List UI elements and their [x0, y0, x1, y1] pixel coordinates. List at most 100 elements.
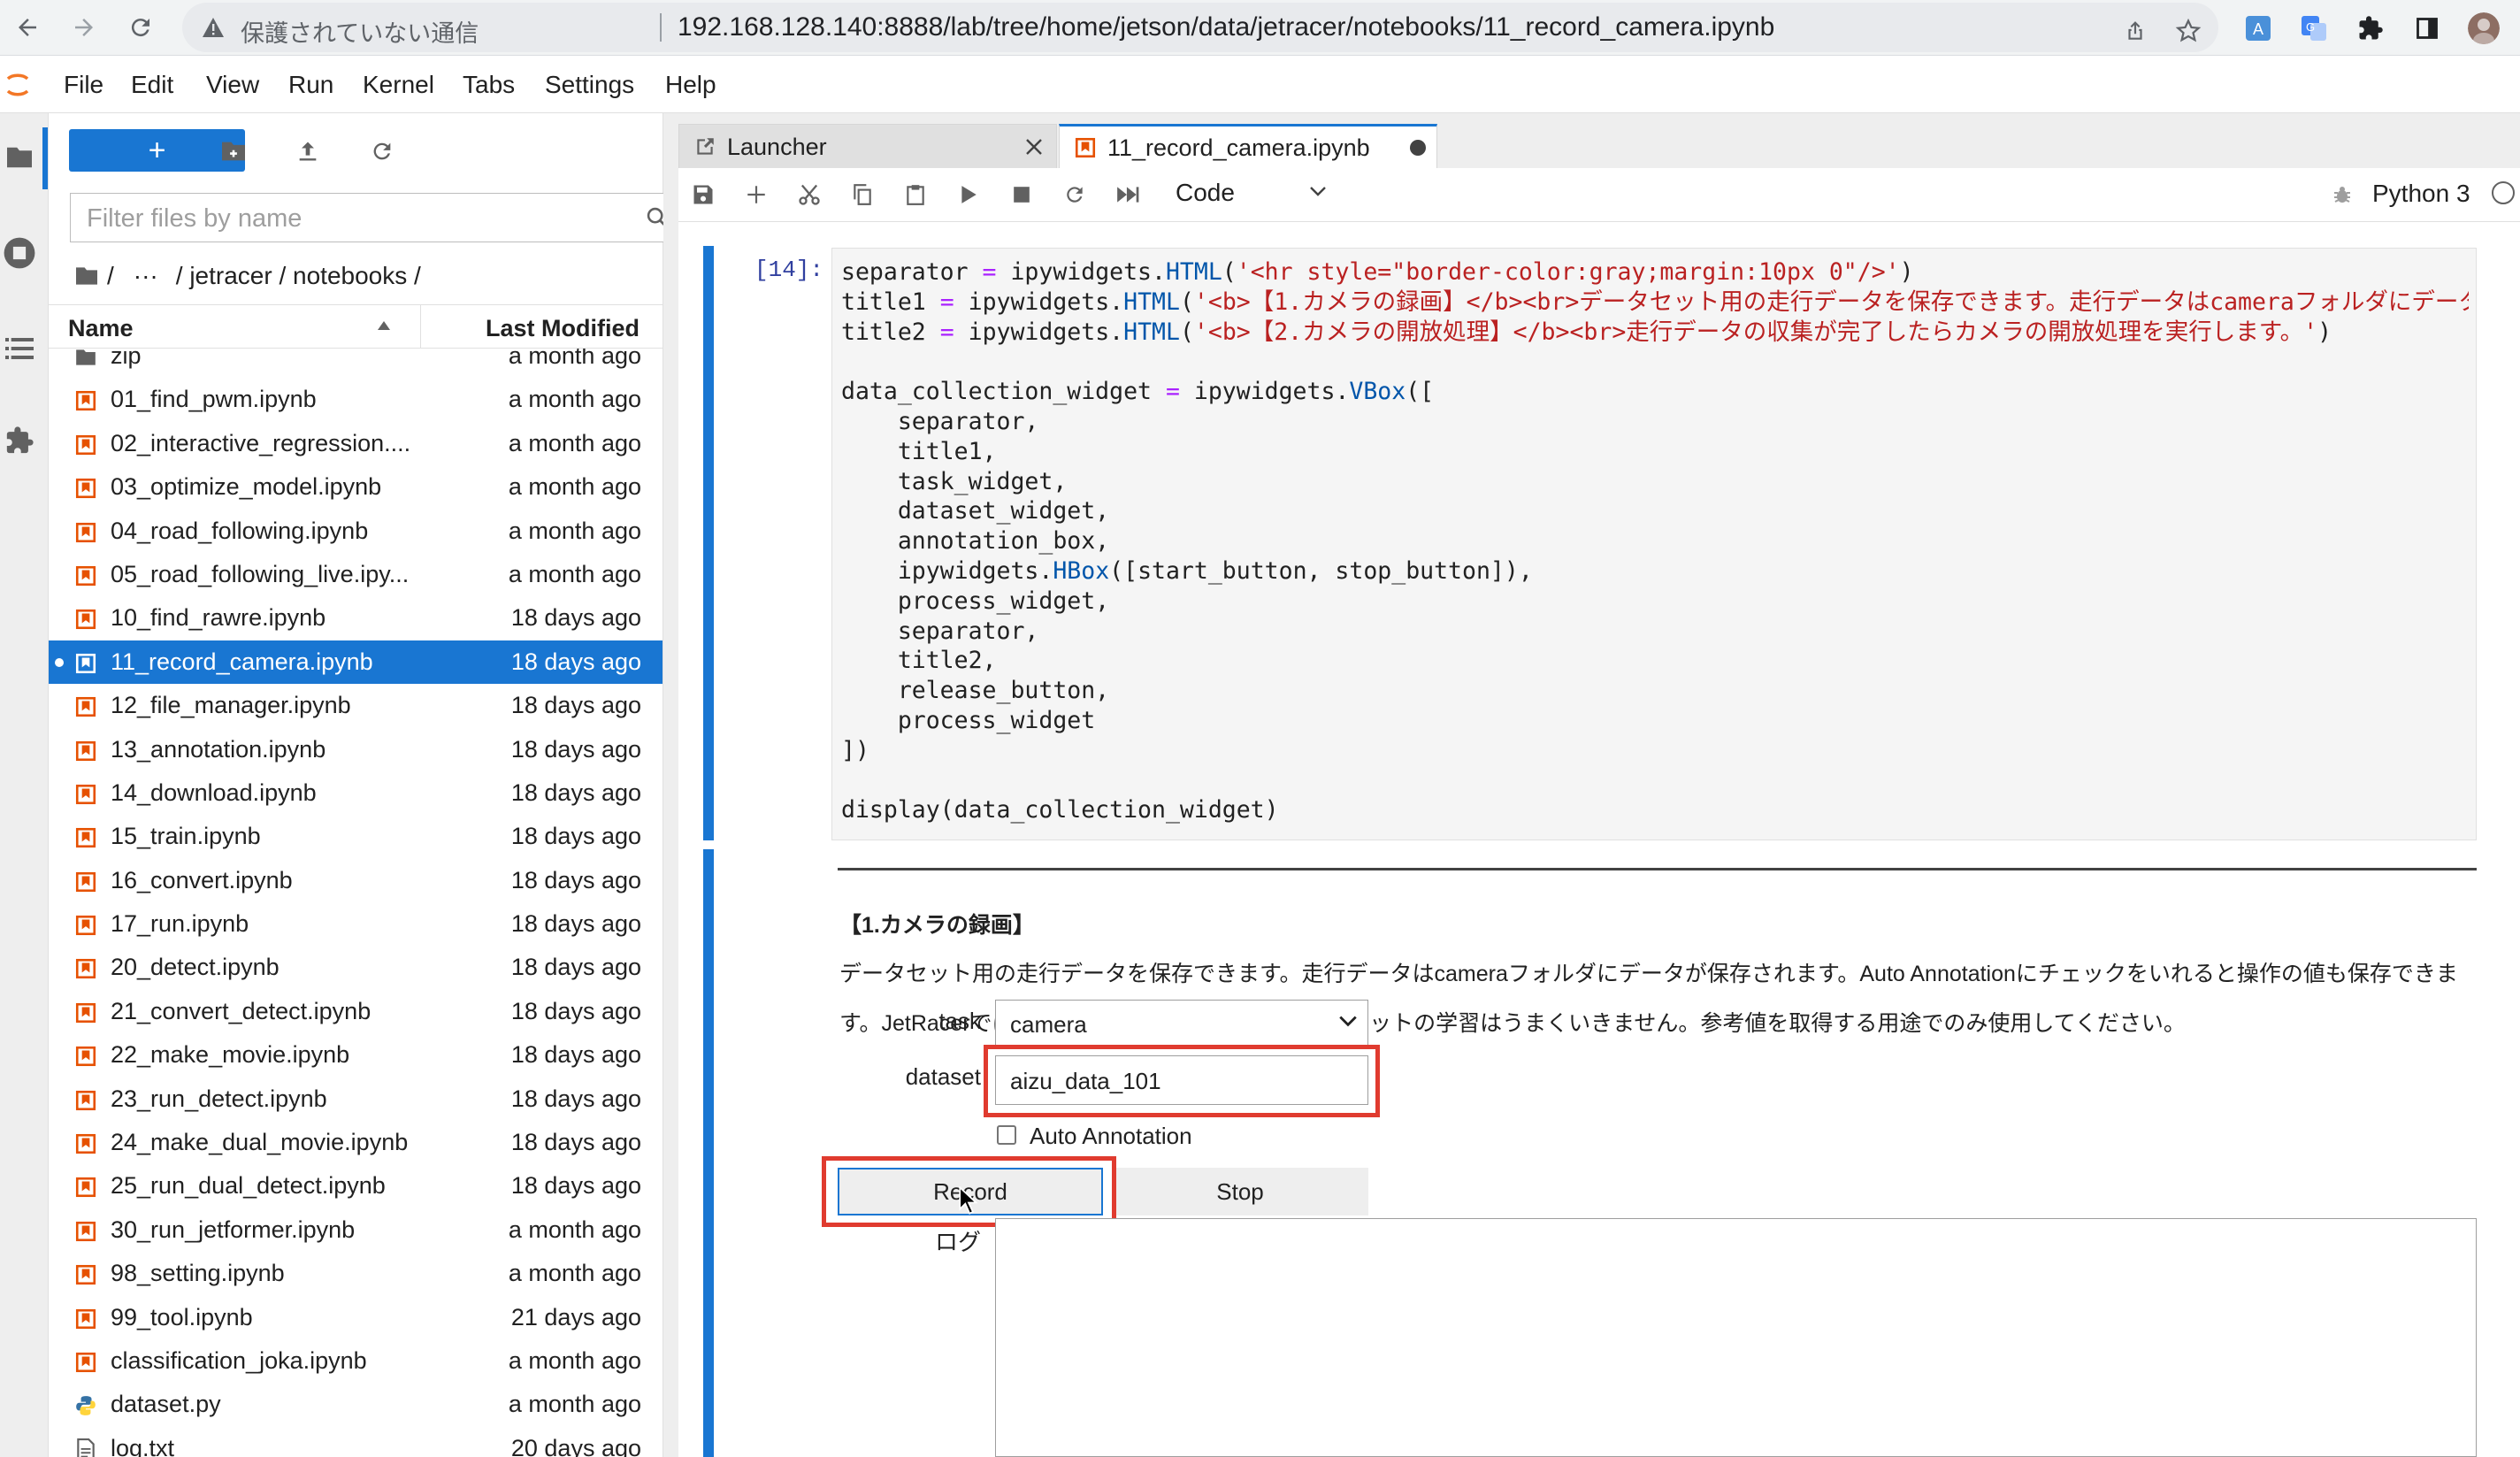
- notebook-file-icon: [73, 870, 98, 894]
- file-modified-date: a month ago: [508, 1260, 641, 1287]
- tab-launcher[interactable]: Launcher: [678, 124, 1057, 168]
- breadcrumb-root[interactable]: /: [107, 262, 114, 290]
- side-panel-icon[interactable]: [2411, 12, 2443, 44]
- file-row[interactable]: 01_find_pwm.ipynb a month ago: [49, 378, 663, 421]
- paste-icon[interactable]: [900, 180, 931, 210]
- file-row[interactable]: 22_make_movie.ipynb 18 days ago: [49, 1033, 663, 1077]
- forward-arrow-icon[interactable]: [65, 9, 103, 46]
- upload-icon[interactable]: [291, 134, 325, 168]
- breadcrumb-path[interactable]: / jetracer / notebooks /: [176, 262, 421, 290]
- input-collapser[interactable]: [703, 246, 714, 840]
- save-icon[interactable]: [688, 180, 718, 210]
- menu-help[interactable]: Help: [665, 71, 716, 99]
- tab-notebook[interactable]: 11_record_camera.ipynb: [1059, 124, 1437, 168]
- file-row[interactable]: 30_run_jetformer.ipynb a month ago: [49, 1208, 663, 1252]
- stop-kernel-icon[interactable]: [1007, 180, 1037, 210]
- file-row[interactable]: 20_detect.ipynb 18 days ago: [49, 946, 663, 989]
- code-text[interactable]: separator = ipywidgets.HTML('<hr style="…: [841, 257, 2469, 825]
- new-folder-icon[interactable]: [217, 134, 250, 168]
- file-row[interactable]: dataset.py a month ago: [49, 1383, 663, 1426]
- file-row[interactable]: 13_annotation.ipynb 18 days ago: [49, 728, 663, 771]
- auto-annotation-checkbox[interactable]: [997, 1125, 1016, 1145]
- file-row[interactable]: 05_road_following_live.ipy... a month ago: [49, 553, 663, 596]
- restart-kernel-icon[interactable]: [1060, 180, 1090, 210]
- close-icon[interactable]: [1024, 137, 1044, 157]
- file-row[interactable]: 23_run_detect.ipynb 18 days ago: [49, 1077, 663, 1121]
- menu-edit[interactable]: Edit: [131, 71, 173, 99]
- file-name: 23_run_detect.ipynb: [111, 1085, 327, 1112]
- column-divider[interactable]: [420, 305, 421, 348]
- file-row[interactable]: 02_interactive_regression.... a month ago: [49, 422, 663, 465]
- menu-run[interactable]: Run: [288, 71, 333, 99]
- file-row[interactable]: 21_convert_detect.ipynb 18 days ago: [49, 990, 663, 1033]
- file-row[interactable]: 17_run.ipynb 18 days ago: [49, 902, 663, 946]
- file-name: 02_interactive_regression....: [111, 429, 411, 456]
- tab-notebook-label: 11_record_camera.ipynb: [1107, 134, 1370, 161]
- file-row[interactable]: 03_optimize_model.ipynb a month ago: [49, 465, 663, 509]
- menu-settings[interactable]: Settings: [545, 71, 634, 99]
- translate-icon[interactable]: G: [2298, 12, 2330, 44]
- menu-file[interactable]: File: [64, 71, 103, 99]
- file-list: zip a month ago 01_find_pwm.ipynb a month a…: [49, 349, 663, 1457]
- column-modified-header[interactable]: Last Modified: [486, 315, 640, 342]
- file-row[interactable]: 24_make_dual_movie.ipynb 18 days ago: [49, 1121, 663, 1164]
- file-row[interactable]: log.txt 20 days ago: [49, 1427, 663, 1457]
- menu-tabs[interactable]: Tabs: [463, 71, 515, 99]
- restart-run-all-icon[interactable]: [1113, 180, 1143, 210]
- tab-bar: Launcher 11_record_camera.ipynb: [663, 113, 2520, 168]
- file-row[interactable]: 99_tool.ipynb 21 days ago: [49, 1296, 663, 1339]
- menu-kernel[interactable]: Kernel: [363, 71, 434, 99]
- file-row[interactable]: zip a month ago: [49, 349, 663, 378]
- debugger-bug-icon[interactable]: [2327, 180, 2357, 210]
- run-icon[interactable]: [954, 180, 984, 210]
- reload-icon[interactable]: [122, 9, 159, 46]
- folder-icon[interactable]: [0, 138, 39, 177]
- file-row[interactable]: 14_download.ipynb 18 days ago: [49, 771, 663, 815]
- refresh-icon[interactable]: [365, 134, 399, 168]
- filter-files-input[interactable]: [85, 203, 601, 234]
- code-editor[interactable]: separator = ipywidgets.HTML('<hr style="…: [831, 248, 2477, 840]
- table-of-contents-icon[interactable]: [0, 329, 39, 368]
- kernel-name[interactable]: Python 3: [2372, 180, 2470, 208]
- breadcrumb: / ··· / jetracer / notebooks /: [73, 262, 421, 290]
- file-row[interactable]: 15_train.ipynb 18 days ago: [49, 815, 663, 858]
- file-row[interactable]: 25_run_dual_detect.ipynb 18 days ago: [49, 1164, 663, 1208]
- task-select[interactable]: camera: [995, 1000, 1368, 1047]
- share-icon[interactable]: [2119, 15, 2151, 47]
- breadcrumb-ellipsis[interactable]: ···: [134, 262, 158, 290]
- sort-up-icon[interactable]: [376, 319, 392, 332]
- cell-type-select[interactable]: Code: [1176, 179, 1326, 207]
- copy-icon[interactable]: [847, 180, 877, 210]
- breadcrumb-folder-icon[interactable]: [73, 265, 100, 287]
- warning-icon[interactable]: [202, 17, 225, 38]
- extension-manager-icon[interactable]: [0, 421, 39, 460]
- file-row[interactable]: 10_find_rawre.ipynb 18 days ago: [49, 596, 663, 640]
- stop-button[interactable]: Stop: [1112, 1168, 1368, 1215]
- file-row[interactable]: 16_convert.ipynb 18 days ago: [49, 859, 663, 902]
- running-stop-icon[interactable]: [0, 234, 39, 272]
- cut-icon[interactable]: [794, 180, 824, 210]
- output-collapser[interactable]: [703, 849, 714, 1457]
- filter-files-box[interactable]: [70, 193, 683, 242]
- unsaved-dot-icon[interactable]: [1410, 140, 1426, 156]
- file-row[interactable]: 98_setting.ipynb a month ago: [49, 1252, 663, 1295]
- file-row[interactable]: 12_file_manager.ipynb 18 days ago: [49, 684, 663, 727]
- log-textarea[interactable]: [995, 1218, 2477, 1457]
- file-modified-date: 18 days ago: [510, 735, 641, 763]
- auto-annotation-label[interactable]: Auto Annotation: [1030, 1123, 1192, 1150]
- extension-a-icon[interactable]: A: [2242, 12, 2274, 44]
- address-bar[interactable]: 保護されていない通信 192.168.128.140:8888/lab/tree…: [182, 3, 2218, 52]
- file-row[interactable]: 11_record_camera.ipynb 18 days ago: [49, 640, 663, 685]
- bookmark-star-icon[interactable]: [2172, 15, 2204, 47]
- file-row[interactable]: 04_road_following.ipynb a month ago: [49, 510, 663, 553]
- menu-view[interactable]: View: [206, 71, 259, 99]
- url-text[interactable]: 192.168.128.140:8888/lab/tree/home/jetso…: [678, 12, 1774, 42]
- file-list-header: Name Last Modified: [49, 304, 663, 349]
- profile-avatar[interactable]: [2468, 12, 2500, 44]
- back-arrow-icon[interactable]: [9, 9, 46, 46]
- activity-bar: [0, 113, 49, 1457]
- file-row[interactable]: classification_joka.ipynb a month ago: [49, 1339, 663, 1383]
- puzzle-extensions-icon[interactable]: [2355, 12, 2386, 44]
- column-name-header[interactable]: Name: [68, 315, 134, 342]
- add-cell-icon[interactable]: [741, 180, 771, 210]
